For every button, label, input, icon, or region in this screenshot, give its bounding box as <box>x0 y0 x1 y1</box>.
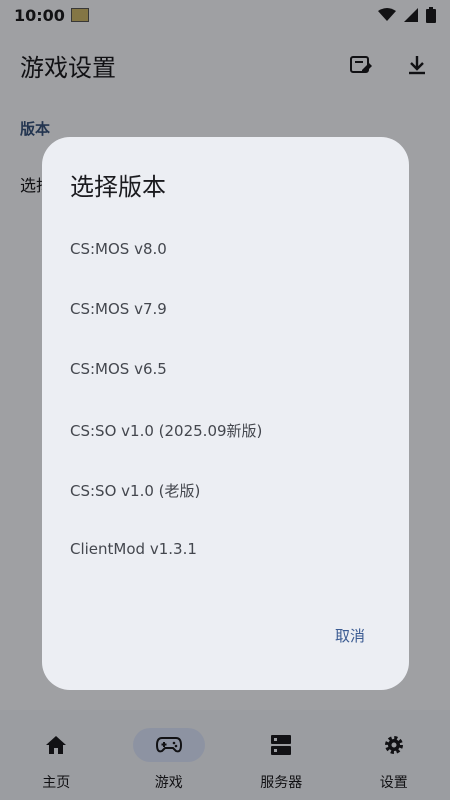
version-option[interactable]: CS:SO v1.0 (2025.09新版) <box>70 420 262 441</box>
version-option[interactable]: CS:MOS v7.9 <box>70 300 167 318</box>
version-option[interactable]: CS:MOS v6.5 <box>70 360 167 378</box>
cancel-button[interactable]: 取消 <box>335 625 365 646</box>
version-option[interactable]: ClientMod v1.3.1 <box>70 540 197 558</box>
version-option[interactable]: CS:SO v1.0 (老版) <box>70 480 200 501</box>
dialog-title: 选择版本 <box>70 173 166 201</box>
version-option[interactable]: CS:MOS v8.0 <box>70 240 167 258</box>
version-select-dialog: 选择版本 CS:MOS v8.0 CS:MOS v7.9 CS:MOS v6.5… <box>42 137 409 690</box>
